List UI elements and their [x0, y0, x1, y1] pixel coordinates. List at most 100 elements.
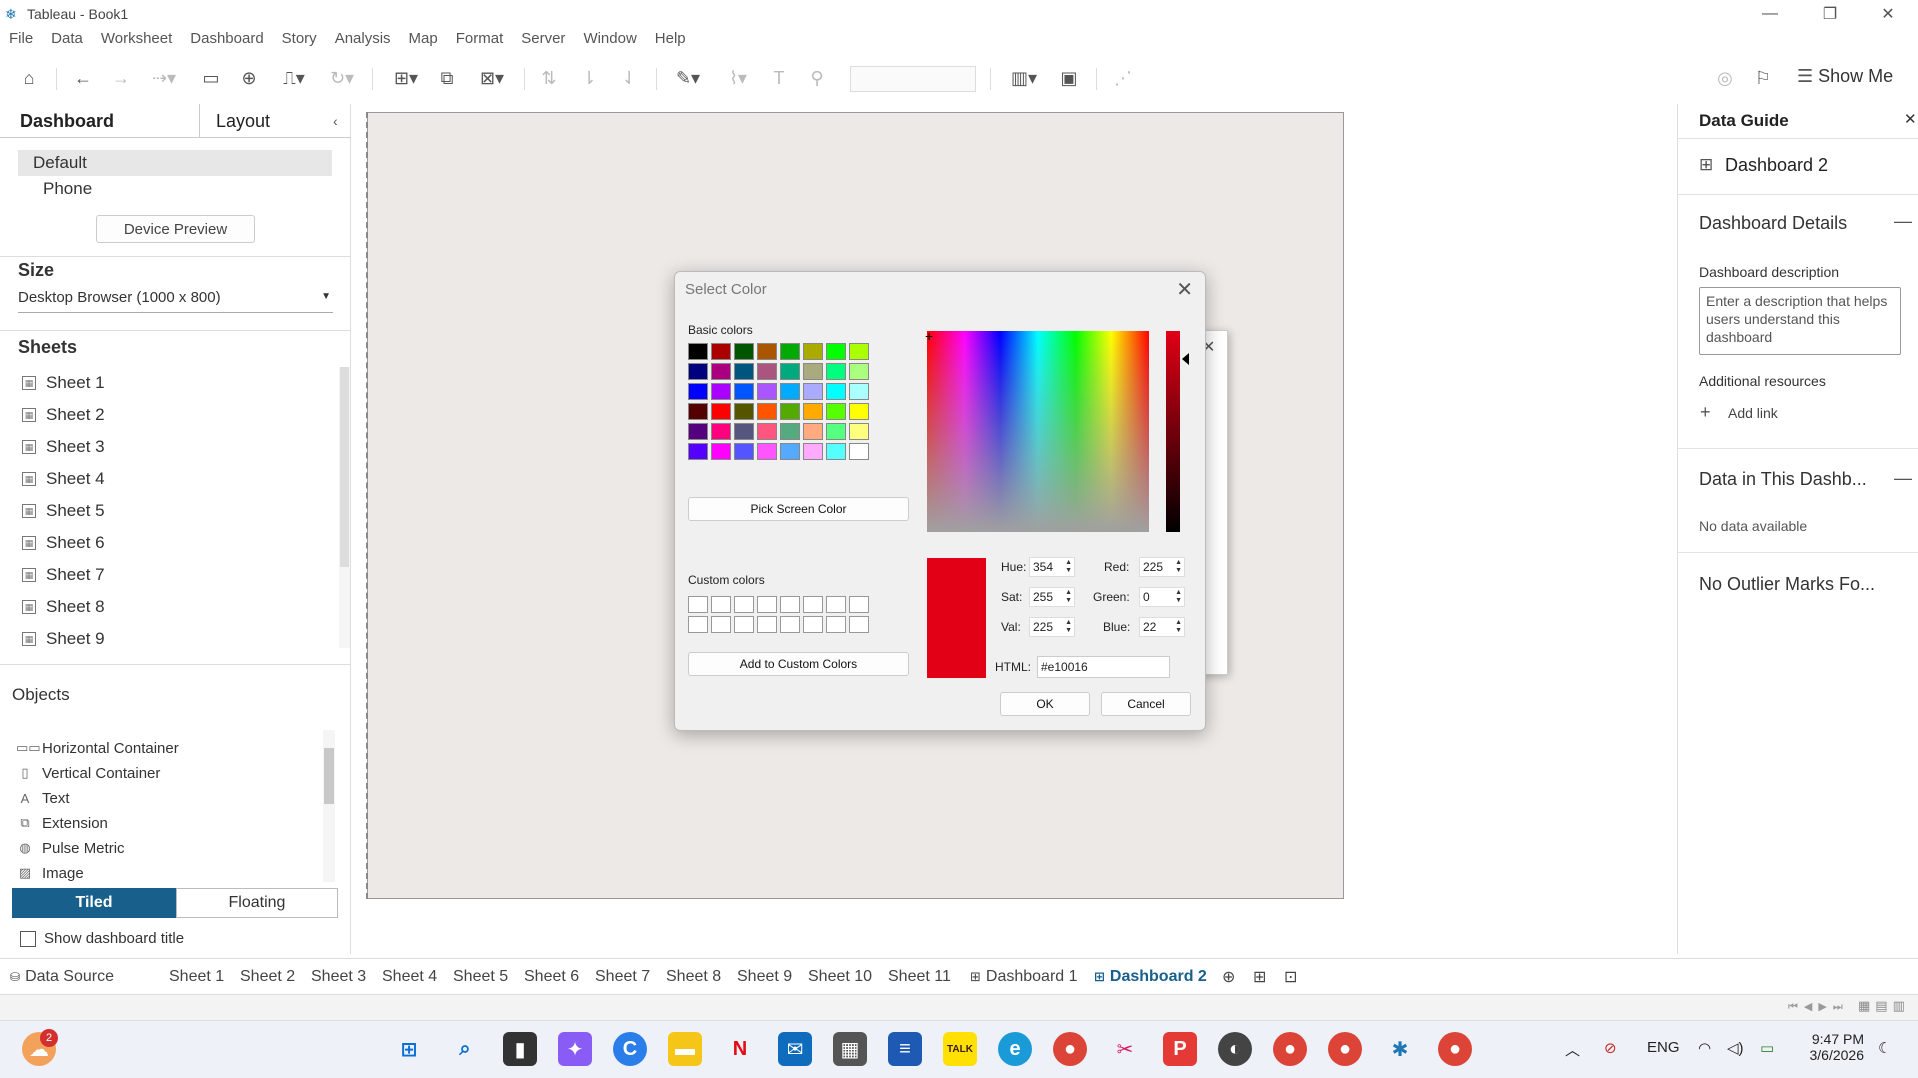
pause-updates-icon[interactable]: ⎍▾ [272, 62, 316, 94]
chrome-icon[interactable]: ● [1053, 1032, 1087, 1066]
value-slider-arrow-icon[interactable] [1182, 353, 1189, 365]
add-link[interactable]: Add link [1728, 405, 1778, 421]
basic-color-swatch[interactable] [757, 383, 777, 400]
custom-color-swatch[interactable] [757, 596, 777, 613]
new-data-source-icon[interactable]: ⊕ [234, 62, 264, 94]
basic-color-swatch[interactable] [757, 443, 777, 460]
tab-sheet-2[interactable]: Sheet 2 [240, 959, 295, 995]
basic-color-swatch[interactable] [711, 443, 731, 460]
hue-spinbox[interactable]: 354 ▲ ▼ [1029, 557, 1075, 577]
custom-color-swatch[interactable] [734, 616, 754, 633]
custom-color-swatch[interactable] [780, 596, 800, 613]
basic-color-swatch[interactable] [826, 363, 846, 380]
notepad-icon[interactable]: ≡ [888, 1032, 922, 1066]
basic-color-swatch[interactable] [757, 343, 777, 360]
spin-arrows-icon[interactable]: ▲ ▼ [1175, 619, 1182, 635]
ok-button[interactable]: OK [1000, 692, 1090, 716]
basic-color-swatch[interactable] [849, 443, 869, 460]
language-indicator[interactable]: ENG [1647, 1039, 1680, 1056]
tab-sheet-4[interactable]: Sheet 4 [382, 959, 437, 995]
basic-color-swatch[interactable] [826, 383, 846, 400]
refresh-icon[interactable]: ↻▾ [320, 62, 364, 94]
sheet-item[interactable]: ▦ Sheet 9 [22, 627, 105, 651]
kakaotalk-icon[interactable]: TALK [943, 1032, 977, 1066]
volume-icon[interactable]: ◁) [1727, 1039, 1744, 1057]
object-horizontal-container[interactable]: ▭▭ Horizontal Container [16, 737, 179, 759]
group-icon[interactable]: ⌇▾ [716, 62, 760, 94]
blue-spinbox[interactable]: 22 ▲ ▼ [1139, 617, 1185, 637]
basic-color-swatch[interactable] [757, 423, 777, 440]
tab-dashboard[interactable]: Dashboard [0, 104, 200, 138]
collapse-icon[interactable]: — [1894, 468, 1912, 489]
sheets-scrollbar[interactable] [339, 367, 350, 648]
tab-sheet-9[interactable]: Sheet 9 [737, 959, 792, 995]
spin-arrows-icon[interactable]: ▲ ▼ [1065, 589, 1072, 605]
hue-saturation-spectrum[interactable]: + [925, 329, 1149, 532]
chevron-up-icon[interactable]: ︿ [1565, 1039, 1580, 1060]
red-spinbox[interactable]: 225 ▲ ▼ [1139, 557, 1185, 577]
add-custom-colors-button[interactable]: Add to Custom Colors [688, 652, 909, 676]
search-icon[interactable]: ⌕ [448, 1032, 482, 1066]
custom-color-swatch[interactable] [803, 596, 823, 613]
val-spinbox[interactable]: 225 ▲ ▼ [1029, 617, 1075, 637]
chrome-icon[interactable]: ● [1438, 1032, 1472, 1066]
presentation-mode-icon[interactable]: ▣ [1054, 62, 1084, 94]
tab-sheet-7[interactable]: Sheet 7 [595, 959, 650, 995]
menu-dashboard[interactable]: Dashboard [181, 30, 272, 54]
fix-axes-icon[interactable]: ⚲ [802, 62, 832, 94]
object-pulse-metric[interactable]: ◍ Pulse Metric [16, 837, 124, 859]
description-textarea[interactable]: Enter a description that helps users und… [1699, 287, 1901, 355]
custom-color-swatch[interactable] [849, 596, 869, 613]
basic-color-swatch[interactable] [849, 423, 869, 440]
sheet-item[interactable]: ▦ Sheet 6 [22, 531, 105, 555]
notification-icon[interactable]: ☾ [1878, 1039, 1891, 1057]
basic-color-swatch[interactable] [849, 403, 869, 420]
basic-color-swatch[interactable] [688, 363, 708, 380]
basic-color-swatch[interactable] [757, 403, 777, 420]
basic-color-swatch[interactable] [734, 403, 754, 420]
menu-format[interactable]: Format [447, 30, 513, 54]
floating-button[interactable]: Floating [176, 888, 338, 918]
basic-color-swatch[interactable] [826, 343, 846, 360]
highlight-icon[interactable]: ✎▾ [666, 62, 710, 94]
spin-arrows-icon[interactable]: ▲ ▼ [1065, 559, 1072, 575]
custom-color-swatch[interactable] [688, 596, 708, 613]
menu-window[interactable]: Window [574, 30, 645, 54]
basic-color-swatch[interactable] [849, 383, 869, 400]
basic-color-swatch[interactable] [734, 443, 754, 460]
basic-color-swatch[interactable] [780, 343, 800, 360]
custom-color-swatch[interactable] [688, 616, 708, 633]
show-title-checkbox[interactable] [20, 930, 36, 947]
app-icon[interactable]: C [613, 1032, 647, 1066]
green-spinbox[interactable]: 0 ▲ ▼ [1139, 587, 1185, 607]
tableau-icon[interactable]: ✱ [1383, 1032, 1417, 1066]
basic-color-swatch[interactable] [734, 383, 754, 400]
custom-color-swatch[interactable] [734, 596, 754, 613]
sheets-scroll-thumb[interactable] [340, 367, 349, 567]
minimize-button[interactable]: — [1740, 0, 1800, 28]
custom-color-swatch[interactable] [711, 596, 731, 613]
close-icon[interactable]: ✕ [1176, 277, 1193, 302]
basic-color-swatch[interactable] [688, 443, 708, 460]
html-color-input[interactable]: #e10016 [1037, 656, 1170, 678]
clock[interactable]: 9:47 PM 3/6/2026 [1800, 1031, 1865, 1063]
basic-color-swatch[interactable] [734, 363, 754, 380]
windows-start-icon[interactable]: ⊞ [392, 1032, 426, 1066]
device-preview-button[interactable]: Device Preview [96, 215, 255, 243]
objects-scrollbar[interactable] [323, 730, 335, 882]
basic-color-swatch[interactable] [757, 363, 777, 380]
basic-color-swatch[interactable] [780, 403, 800, 420]
sheet-item[interactable]: ▦ Sheet 7 [22, 563, 105, 587]
objects-scroll-thumb[interactable] [324, 748, 334, 804]
pulse-icon[interactable]: ◎ [1710, 62, 1740, 94]
menu-analysis[interactable]: Analysis [326, 30, 400, 54]
show-title-option[interactable]: Show dashboard title [20, 930, 184, 947]
close-icon[interactable]: ✕ [1904, 110, 1917, 128]
basic-color-swatch[interactable] [711, 383, 731, 400]
basic-color-swatch[interactable] [849, 343, 869, 360]
menu-help[interactable]: Help [646, 30, 695, 54]
basic-color-swatch[interactable] [803, 363, 823, 380]
task-view-icon[interactable]: ▮ [503, 1032, 537, 1066]
object-image[interactable]: ▨ Image [16, 862, 84, 884]
duplicate-icon[interactable]: ⧉ [432, 62, 462, 94]
